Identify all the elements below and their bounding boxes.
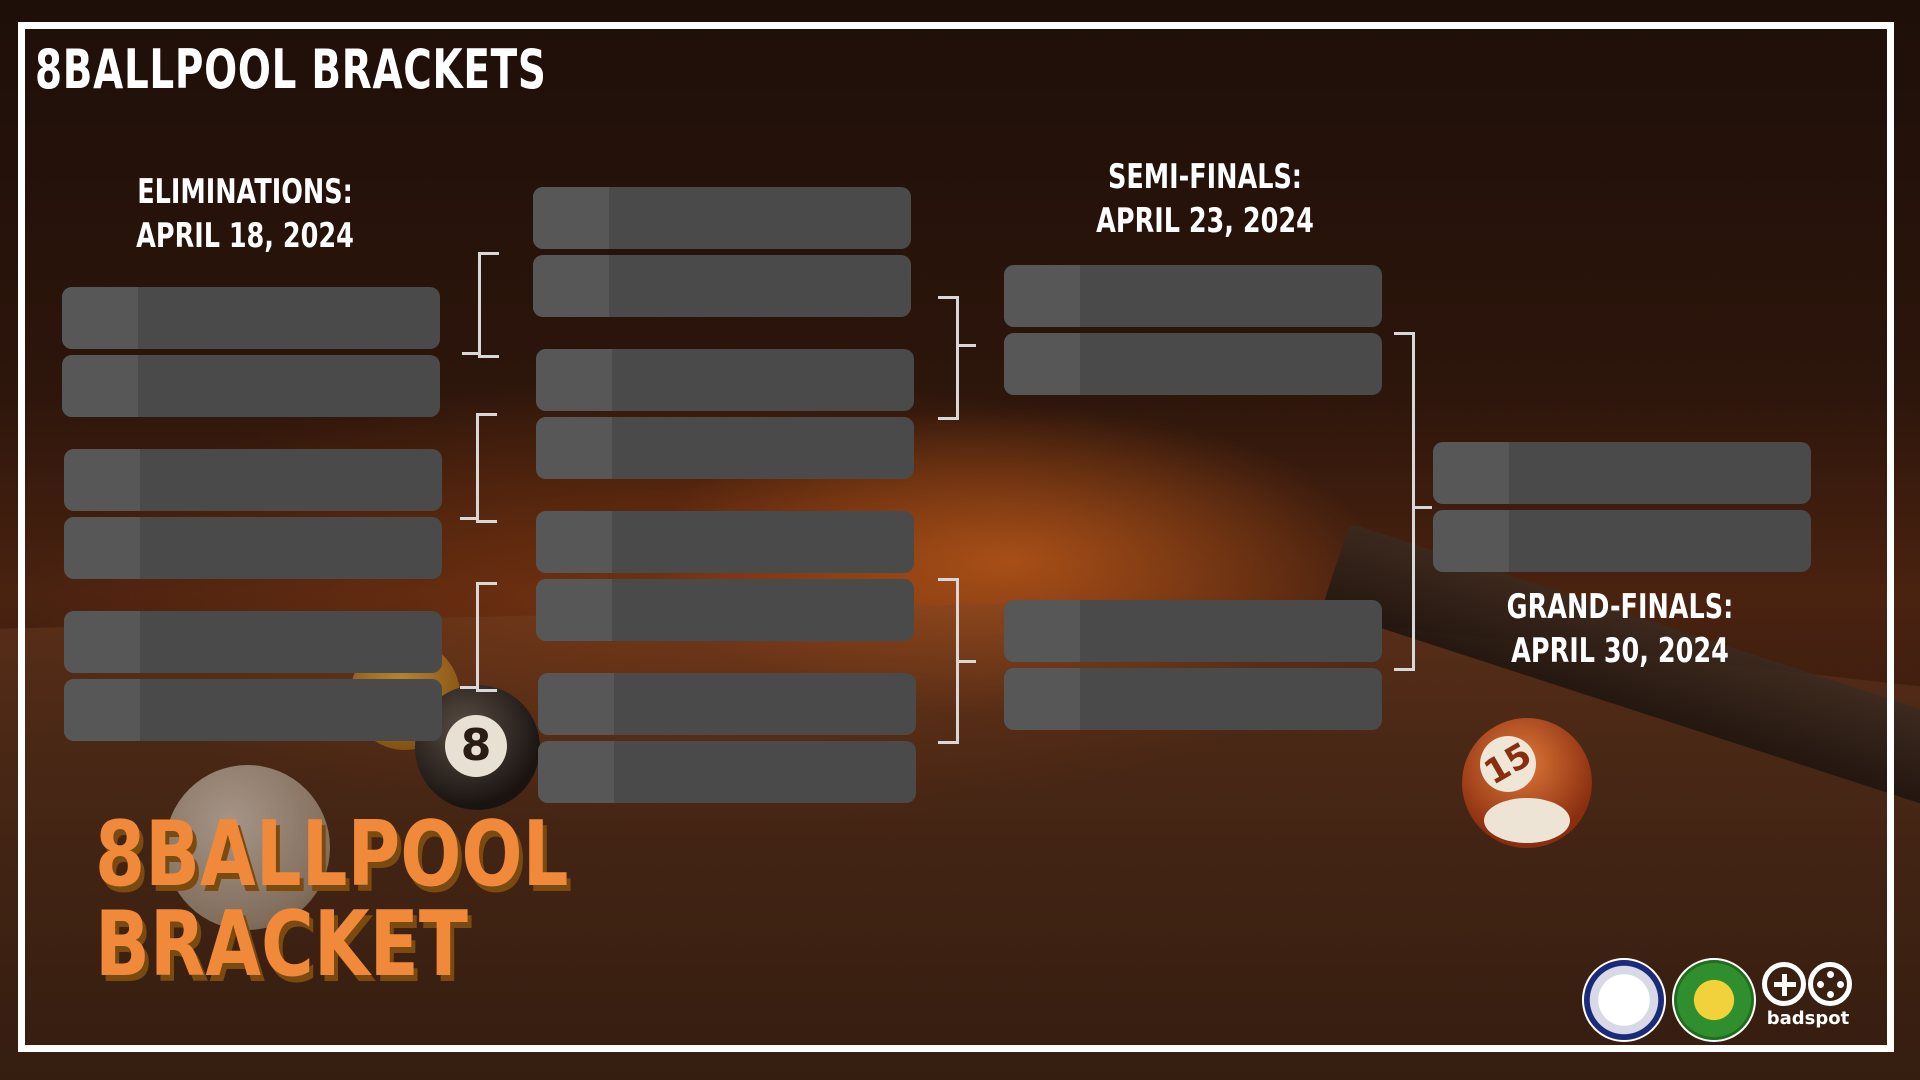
seed-cell <box>64 679 140 741</box>
bracket-slot[interactable] <box>1433 442 1811 504</box>
bracket-connector <box>462 352 479 355</box>
bracket-connector <box>1412 506 1432 509</box>
eliminations-date: APRIL 18, 2024 <box>136 216 354 256</box>
grandfinals-date: APRIL 30, 2024 <box>1511 631 1729 671</box>
bracket-connector <box>956 344 976 347</box>
bracket-slot[interactable] <box>538 673 916 735</box>
seed-cell <box>62 287 138 349</box>
seed-cell <box>62 355 138 417</box>
event-branding-title: 8BALLPOOL BRACKET <box>95 802 569 997</box>
bracket-slot[interactable] <box>64 679 442 741</box>
bracket-slot[interactable] <box>64 611 442 673</box>
bracket-connector <box>460 517 477 520</box>
eliminations-header: ELIMINATIONS: APRIL 18, 2024 <box>121 170 369 258</box>
branding-line-1: 8BALLPOOL <box>95 802 569 907</box>
seed-cell <box>1004 600 1080 662</box>
seed-cell <box>1004 333 1080 395</box>
seed-cell <box>536 417 612 479</box>
bracket-connector <box>956 660 976 663</box>
bracket-connector <box>938 296 959 420</box>
seed-cell <box>1433 510 1509 572</box>
eliminations-label: ELIMINATIONS: <box>137 172 353 212</box>
semifinals-header: SEMI-FINALS: APRIL 23, 2024 <box>1081 155 1329 243</box>
school-seal-logo <box>1582 958 1666 1042</box>
bracket-slot[interactable] <box>1004 668 1382 730</box>
bracket-slot[interactable] <box>536 349 914 411</box>
gamepad-dots-icon <box>1808 962 1852 1006</box>
branding-line-2: BRACKET <box>95 892 468 997</box>
bracket-slot[interactable] <box>536 579 914 641</box>
bracket-slot[interactable] <box>533 187 911 249</box>
seed-cell <box>536 349 612 411</box>
semifinals-label: SEMI-FINALS: <box>1107 157 1303 197</box>
seed-cell <box>64 517 140 579</box>
grandfinals-header: GRAND-FINALS: APRIL 30, 2024 <box>1496 585 1744 673</box>
semifinals-date: APRIL 23, 2024 <box>1096 201 1314 241</box>
plus-circle-icon <box>1762 962 1806 1006</box>
bracket-slot[interactable] <box>64 517 442 579</box>
seed-cell <box>538 673 614 735</box>
bracket-slot[interactable] <box>533 255 911 317</box>
bracket-slot[interactable] <box>1433 510 1811 572</box>
badspot-wordmark: badspot <box>1766 1008 1850 1029</box>
bracket-slot[interactable] <box>1004 265 1382 327</box>
seed-cell <box>533 255 609 317</box>
seed-cell <box>536 511 612 573</box>
bracket-connector <box>476 582 497 692</box>
bracket-slot[interactable] <box>536 511 914 573</box>
bracket-slot[interactable] <box>64 449 442 511</box>
seed-cell <box>1433 442 1509 504</box>
seed-cell <box>1004 265 1080 327</box>
grandfinals-label: GRAND-FINALS: <box>1506 587 1734 627</box>
seed-cell <box>536 579 612 641</box>
badspot-logo: badspot <box>1760 960 1860 1030</box>
bracket-slot[interactable] <box>536 417 914 479</box>
bracket-connector <box>460 686 477 689</box>
seed-cell <box>533 187 609 249</box>
bracket-slot[interactable] <box>62 287 440 349</box>
bracket-slot[interactable] <box>1004 333 1382 395</box>
bracket-slot[interactable] <box>1004 600 1382 662</box>
bracket-slot[interactable] <box>62 355 440 417</box>
page-title: 8BALLPOOL BRACKETS <box>35 38 547 101</box>
bracket-connector <box>476 413 497 523</box>
seed-cell <box>64 611 140 673</box>
bracket-connector <box>1394 332 1415 671</box>
seed-cell <box>1004 668 1080 730</box>
bracket-slot[interactable] <box>538 741 916 803</box>
student-council-logo <box>1672 958 1756 1042</box>
bracket-connector <box>478 252 499 358</box>
seed-cell <box>538 741 614 803</box>
seed-cell <box>64 449 140 511</box>
